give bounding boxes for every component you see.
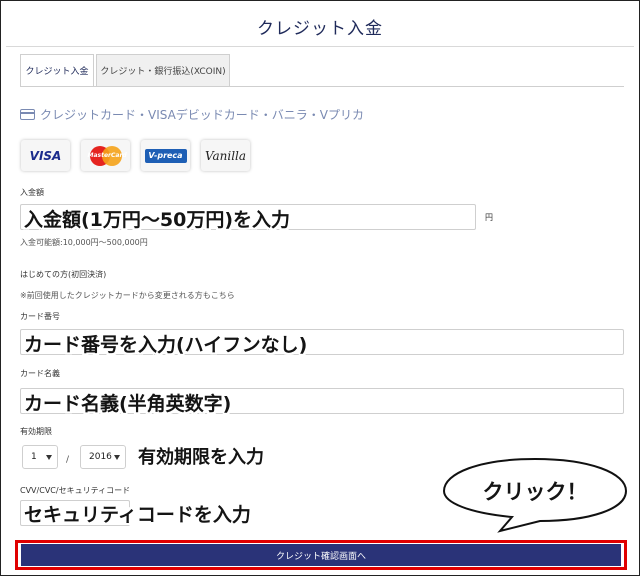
card-name-label: カード名義 — [20, 369, 60, 378]
title-divider — [6, 46, 634, 47]
expiry-year-select[interactable]: 2016 — [80, 445, 126, 469]
first-time-note: ※前回使用したクレジットカードから変更される方もこちら — [20, 291, 235, 300]
vanilla-logo: Vanilla — [201, 140, 250, 171]
credit-card-icon — [20, 109, 35, 120]
vpreca-logo-text: V-preca — [144, 148, 187, 163]
expiry-year-value: 2016 — [89, 452, 112, 462]
card-number-label: カード番号 — [20, 312, 60, 321]
page-title: クレジット入金 — [257, 19, 383, 39]
expiry-annotation: 有効期限を入力 — [138, 447, 264, 468]
chevron-down-icon — [46, 455, 52, 460]
vanilla-logo-text: Vanilla — [204, 148, 247, 163]
amount-annotation: 入金額(1万円〜50万円)を入力 — [24, 209, 291, 231]
tab-credit-bank-xcoin[interactable]: クレジット・銀行振込(XCOIN) — [96, 54, 230, 87]
confirm-credit-button[interactable]: クレジット確認画面へ — [21, 544, 621, 566]
amount-label: 入金額 — [20, 188, 44, 197]
expiry-separator: / — [66, 455, 70, 465]
first-time-heading: はじめての方(初回決済) — [20, 270, 107, 279]
vpreca-logo: V-preca — [141, 140, 190, 171]
chevron-down-icon — [114, 455, 120, 460]
cvv-annotation: セキュリティコードを入力 — [24, 504, 251, 526]
visa-logo: VISA — [21, 140, 70, 171]
visa-logo-text: VISA — [29, 148, 62, 163]
mastercard-logo-text: MasterCard — [87, 151, 127, 159]
tab-underline — [20, 86, 624, 87]
amount-unit: 円 — [485, 213, 493, 222]
tab-credit-deposit[interactable]: クレジット入金 — [20, 54, 94, 87]
expiry-month-select[interactable]: 1 — [22, 445, 58, 469]
card-number-annotation: カード番号を入力(ハイフンなし) — [24, 334, 308, 356]
click-callout-text: クリック！ — [482, 480, 588, 504]
payment-methods: クレジットカード・VISAデビッドカード・バニラ・Vプリカ — [20, 106, 364, 123]
expiry-label: 有効期限 — [20, 427, 52, 436]
mastercard-logo: MasterCard — [81, 140, 130, 171]
payment-methods-label: クレジットカード・VISAデビッドカード・バニラ・Vプリカ — [40, 108, 365, 122]
cvv-label: CVV/CVC/セキュリティコード — [20, 486, 131, 495]
card-name-annotation: カード名義(半角英数字) — [24, 393, 232, 415]
amount-range-note: 入金可能額:10,000円〜500,000円 — [20, 238, 148, 247]
expiry-month-value: 1 — [31, 452, 37, 462]
